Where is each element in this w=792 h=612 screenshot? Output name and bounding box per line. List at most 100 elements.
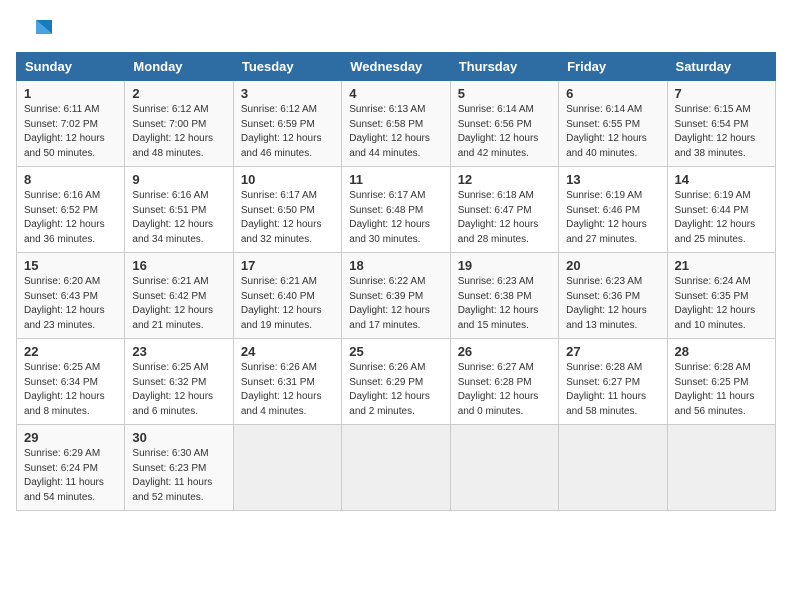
day-number: 13 (566, 172, 659, 187)
weekday-header-friday: Friday (559, 53, 667, 81)
day-info: Sunrise: 6:19 AMSunset: 6:46 PMDaylight:… (566, 189, 659, 247)
day-cell-7: 7 Sunrise: 6:15 AMSunset: 6:54 PMDaylight… (667, 81, 775, 167)
day-number: 24 (241, 344, 334, 359)
day-number: 25 (349, 344, 442, 359)
day-cell-18: 18 Sunrise: 6:22 AMSunset: 6:39 PMDayligh… (342, 253, 450, 339)
day-info: Sunrise: 6:20 AMSunset: 6:43 PMDaylight:… (24, 275, 117, 333)
day-info: Sunrise: 6:12 AMSunset: 7:00 PMDaylight:… (132, 103, 225, 161)
day-number: 21 (675, 258, 768, 273)
day-info: Sunrise: 6:30 AMSunset: 6:23 PMDaylight:… (132, 447, 225, 505)
logo (16, 16, 56, 44)
empty-cell (559, 425, 667, 511)
calendar-week-1: 1Sunrise: 6:11 AMSunset: 7:02 PMDaylight… (17, 81, 776, 167)
day-number: 16 (132, 258, 225, 273)
day-cell-22: 22 Sunrise: 6:25 AMSunset: 6:34 PMDayligh… (17, 339, 125, 425)
weekday-header-wednesday: Wednesday (342, 53, 450, 81)
day-number: 5 (458, 86, 551, 101)
day-number: 26 (458, 344, 551, 359)
day-number: 28 (675, 344, 768, 359)
weekday-header-tuesday: Tuesday (233, 53, 341, 81)
day-cell-8: 8 Sunrise: 6:16 AMSunset: 6:52 PMDaylight… (17, 167, 125, 253)
day-number: 30 (132, 430, 225, 445)
day-info: Sunrise: 6:13 AMSunset: 6:58 PMDaylight:… (349, 103, 442, 161)
day-info: Sunrise: 6:17 AMSunset: 6:50 PMDaylight:… (241, 189, 334, 247)
day-number: 29 (24, 430, 117, 445)
day-number: 15 (24, 258, 117, 273)
day-info: Sunrise: 6:26 AMSunset: 6:29 PMDaylight:… (349, 361, 442, 419)
day-info: Sunrise: 6:23 AMSunset: 6:36 PMDaylight:… (566, 275, 659, 333)
day-info: Sunrise: 6:21 AMSunset: 6:42 PMDaylight:… (132, 275, 225, 333)
day-cell-19: 19Sunrise: 6:23 AMSunset: 6:38 PMDayligh… (450, 253, 558, 339)
day-number: 2 (132, 86, 225, 101)
empty-cell (342, 425, 450, 511)
day-cell-17: 17 Sunrise: 6:21 AMSunset: 6:40 PMDayligh… (233, 253, 341, 339)
day-cell-2: 2 Sunrise: 6:12 AMSunset: 7:00 PMDaylight… (125, 81, 233, 167)
day-cell-5: 5 Sunrise: 6:14 AMSunset: 6:56 PMDaylight… (450, 81, 558, 167)
day-info: Sunrise: 6:27 AMSunset: 6:28 PMDaylight:… (458, 361, 551, 419)
day-cell-9: 9Sunrise: 6:16 AMSunset: 6:51 PMDaylight… (125, 167, 233, 253)
day-cell-10: 10 Sunrise: 6:17 AMSunset: 6:50 PMDayligh… (233, 167, 341, 253)
day-cell-20: 20 Sunrise: 6:23 AMSunset: 6:36 PMDayligh… (559, 253, 667, 339)
day-number: 10 (241, 172, 334, 187)
day-number: 3 (241, 86, 334, 101)
empty-cell (667, 425, 775, 511)
calendar-table: SundayMondayTuesdayWednesdayThursdayFrid… (16, 52, 776, 511)
day-number: 19 (458, 258, 551, 273)
day-number: 12 (458, 172, 551, 187)
day-number: 18 (349, 258, 442, 273)
day-cell-25: 25 Sunrise: 6:26 AMSunset: 6:29 PMDayligh… (342, 339, 450, 425)
day-info: Sunrise: 6:14 AMSunset: 6:56 PMDaylight:… (458, 103, 551, 161)
day-cell-12: 12 Sunrise: 6:18 AMSunset: 6:47 PMDayligh… (450, 167, 558, 253)
day-cell-4: 4 Sunrise: 6:13 AMSunset: 6:58 PMDaylight… (342, 81, 450, 167)
day-info: Sunrise: 6:25 AMSunset: 6:34 PMDaylight:… (24, 361, 117, 419)
day-number: 4 (349, 86, 442, 101)
day-number: 8 (24, 172, 117, 187)
day-cell-15: 15 Sunrise: 6:20 AMSunset: 6:43 PMDayligh… (17, 253, 125, 339)
day-info: Sunrise: 6:16 AMSunset: 6:52 PMDaylight:… (24, 189, 117, 247)
day-info: Sunrise: 6:18 AMSunset: 6:47 PMDaylight:… (458, 189, 551, 247)
day-number: 14 (675, 172, 768, 187)
day-cell-16: 16 Sunrise: 6:21 AMSunset: 6:42 PMDayligh… (125, 253, 233, 339)
day-number: 23 (132, 344, 225, 359)
day-info: Sunrise: 6:14 AMSunset: 6:55 PMDaylight:… (566, 103, 659, 161)
weekday-header-saturday: Saturday (667, 53, 775, 81)
empty-cell (450, 425, 558, 511)
day-info: Sunrise: 6:24 AMSunset: 6:35 PMDaylight:… (675, 275, 768, 333)
calendar-week-5: 29 Sunrise: 6:29 AMSunset: 6:24 PMDayligh… (17, 425, 776, 511)
day-number: 11 (349, 172, 442, 187)
calendar-week-2: 8 Sunrise: 6:16 AMSunset: 6:52 PMDaylight… (17, 167, 776, 253)
day-info: Sunrise: 6:25 AMSunset: 6:32 PMDaylight:… (132, 361, 225, 419)
day-number: 20 (566, 258, 659, 273)
day-info: Sunrise: 6:12 AMSunset: 6:59 PMDaylight:… (241, 103, 334, 161)
day-info: Sunrise: 6:29 AMSunset: 6:24 PMDaylight:… (24, 447, 117, 505)
day-info: Sunrise: 6:26 AMSunset: 6:31 PMDaylight:… (241, 361, 334, 419)
weekday-header-row: SundayMondayTuesdayWednesdayThursdayFrid… (17, 53, 776, 81)
day-number: 27 (566, 344, 659, 359)
calendar-week-4: 22 Sunrise: 6:25 AMSunset: 6:34 PMDayligh… (17, 339, 776, 425)
day-cell-27: 27 Sunrise: 6:28 AMSunset: 6:27 PMDayligh… (559, 339, 667, 425)
day-info: Sunrise: 6:19 AMSunset: 6:44 PMDaylight:… (675, 189, 768, 247)
day-cell-28: 28 Sunrise: 6:28 AMSunset: 6:25 PMDayligh… (667, 339, 775, 425)
day-cell-23: 23 Sunrise: 6:25 AMSunset: 6:32 PMDayligh… (125, 339, 233, 425)
weekday-header-monday: Monday (125, 53, 233, 81)
day-cell-11: 11 Sunrise: 6:17 AMSunset: 6:48 PMDayligh… (342, 167, 450, 253)
empty-cell (233, 425, 341, 511)
day-number: 7 (675, 86, 768, 101)
day-cell-3: 3 Sunrise: 6:12 AMSunset: 6:59 PMDaylight… (233, 81, 341, 167)
day-number: 22 (24, 344, 117, 359)
day-info: Sunrise: 6:28 AMSunset: 6:25 PMDaylight:… (675, 361, 768, 419)
day-info: Sunrise: 6:28 AMSunset: 6:27 PMDaylight:… (566, 361, 659, 419)
day-info: Sunrise: 6:15 AMSunset: 6:54 PMDaylight:… (675, 103, 768, 161)
day-cell-1: 1Sunrise: 6:11 AMSunset: 7:02 PMDaylight… (17, 81, 125, 167)
day-cell-13: 13 Sunrise: 6:19 AMSunset: 6:46 PMDayligh… (559, 167, 667, 253)
day-number: 17 (241, 258, 334, 273)
day-cell-26: 26 Sunrise: 6:27 AMSunset: 6:28 PMDayligh… (450, 339, 558, 425)
day-info: Sunrise: 6:21 AMSunset: 6:40 PMDaylight:… (241, 275, 334, 333)
day-info: Sunrise: 6:22 AMSunset: 6:39 PMDaylight:… (349, 275, 442, 333)
day-number: 6 (566, 86, 659, 101)
page-header (16, 16, 776, 44)
day-info: Sunrise: 6:17 AMSunset: 6:48 PMDaylight:… (349, 189, 442, 247)
day-cell-6: 6 Sunrise: 6:14 AMSunset: 6:55 PMDaylight… (559, 81, 667, 167)
logo-icon (16, 16, 52, 44)
weekday-header-sunday: Sunday (17, 53, 125, 81)
